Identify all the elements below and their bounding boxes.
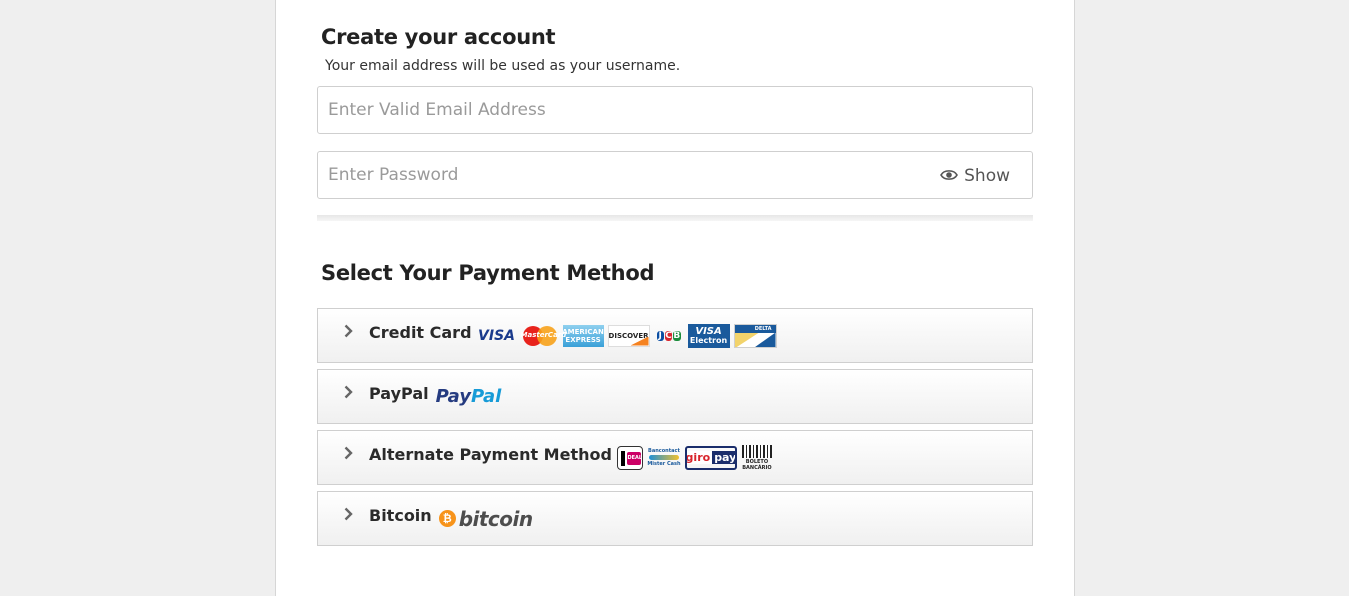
payment-method-title: Select Your Payment Method: [321, 261, 655, 285]
visa-logo: VISA: [478, 327, 516, 344]
password-field[interactable]: Show: [317, 151, 1033, 199]
eye-icon: [940, 166, 959, 186]
bitcoin-logo-text: bitcoin: [458, 506, 533, 531]
boleto-logo: BOLETO BANCÁRIO: [741, 444, 773, 471]
mastercard-logo-text: MasterCard: [520, 330, 567, 339]
email-field[interactable]: [317, 86, 1033, 134]
jcb-logo-c: C: [664, 330, 673, 341]
chevron-right-icon: [344, 445, 354, 464]
show-password-button[interactable]: Show: [940, 166, 1010, 186]
discover-logo: DISCOVER: [607, 324, 650, 347]
amex-logo: AMERICAN EXPRESS: [562, 324, 604, 347]
jcb-logo-b: B: [673, 330, 681, 341]
paypal-logo-text-2: Pal: [470, 386, 502, 407]
delta-logo: DELTA: [733, 323, 777, 348]
chevron-right-icon: [344, 506, 354, 525]
delta-logo-text: DELTA: [734, 324, 776, 333]
credit-card-logos: VISA MasterCard AMERICAN EXPRESS DISCOVE…: [477, 323, 777, 348]
paypal-logos: PayPal: [434, 386, 502, 407]
giropay-logo: giro pay: [684, 445, 737, 470]
password-input[interactable]: [318, 152, 928, 198]
bancontact-logo-text-2: Mister Cash: [647, 461, 681, 467]
create-account-title: Create your account: [321, 25, 556, 49]
giropay-logo-text-1: giro: [685, 451, 713, 464]
mastercard-logo: MasterCard: [520, 325, 567, 347]
visa-electron-logo: VISA Electron: [687, 323, 730, 348]
payment-method-bitcoin[interactable]: Bitcoin ₿ bitcoin: [317, 491, 1033, 546]
payment-method-alternate[interactable]: Alternate Payment Method iDEAL Bancontac…: [317, 430, 1033, 485]
payment-method-label: PayPal: [369, 384, 429, 403]
alternate-payment-logos: iDEAL Bancontact Mister Cash giro pay BO…: [616, 444, 773, 471]
email-input[interactable]: [318, 87, 928, 133]
chevron-right-icon: [344, 384, 354, 403]
section-divider: [317, 215, 1033, 221]
bancontact-logo-text-1: Bancontact: [648, 448, 680, 454]
ideal-logo-text: iDEAL: [626, 451, 642, 465]
signup-panel: Create your account Your email address w…: [275, 0, 1075, 596]
discover-logo-text: DISCOVER: [608, 331, 649, 340]
payment-method-label: Bitcoin: [369, 506, 432, 525]
bancontact-logo: Bancontact Mister Cash: [647, 446, 681, 470]
create-account-subtitle: Your email address will be used as your …: [325, 58, 681, 74]
paypal-logo-text-1: Pay: [435, 386, 471, 407]
visa-electron-logo-text-1: VISA: [695, 325, 722, 337]
boleto-logo-text-2: BANCÁRIO: [742, 464, 772, 471]
payment-method-label: Credit Card: [369, 323, 472, 342]
amex-logo-text-1: AMERICAN: [562, 327, 604, 336]
jcb-logo: J C B: [654, 325, 684, 347]
ideal-logo: iDEAL: [616, 445, 643, 470]
payment-method-label: Alternate Payment Method: [369, 445, 612, 464]
visa-electron-logo-text-2: Electron: [689, 335, 728, 345]
bitcoin-logo: ₿ bitcoin: [438, 506, 533, 531]
show-password-label: Show: [964, 166, 1010, 186]
amex-logo-text-2: EXPRESS: [565, 335, 601, 344]
chevron-right-icon: [344, 323, 354, 342]
bitcoin-coin-icon: ₿: [438, 510, 456, 527]
payment-method-paypal[interactable]: PayPal PayPal: [317, 369, 1033, 424]
bitcoin-logos: ₿ bitcoin: [437, 507, 533, 531]
payment-method-credit-card[interactable]: Credit Card VISA MasterCard AMERICAN EXP…: [317, 308, 1033, 363]
giropay-logo-text-2: pay: [712, 451, 737, 464]
jcb-logo-j: J: [656, 330, 664, 341]
paypal-logo: PayPal: [436, 386, 502, 407]
